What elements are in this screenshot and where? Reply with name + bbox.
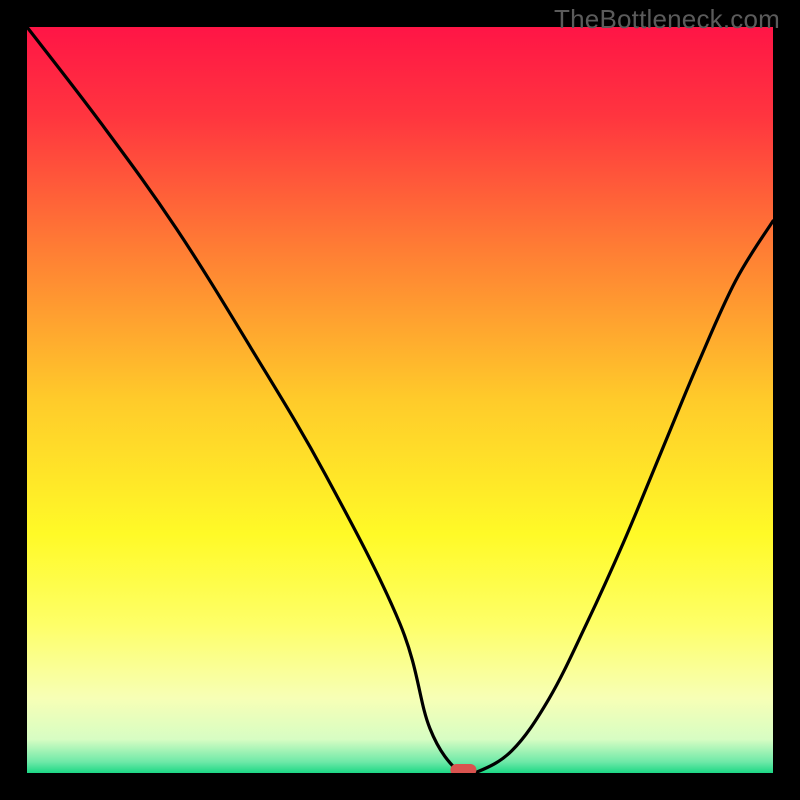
bottleneck-curve xyxy=(27,27,773,773)
plot-area xyxy=(27,27,773,773)
optimal-marker xyxy=(450,764,476,773)
watermark-text: TheBottleneck.com xyxy=(554,4,780,35)
chart-outer-frame: TheBottleneck.com xyxy=(0,0,800,800)
chart-foreground xyxy=(27,27,773,773)
